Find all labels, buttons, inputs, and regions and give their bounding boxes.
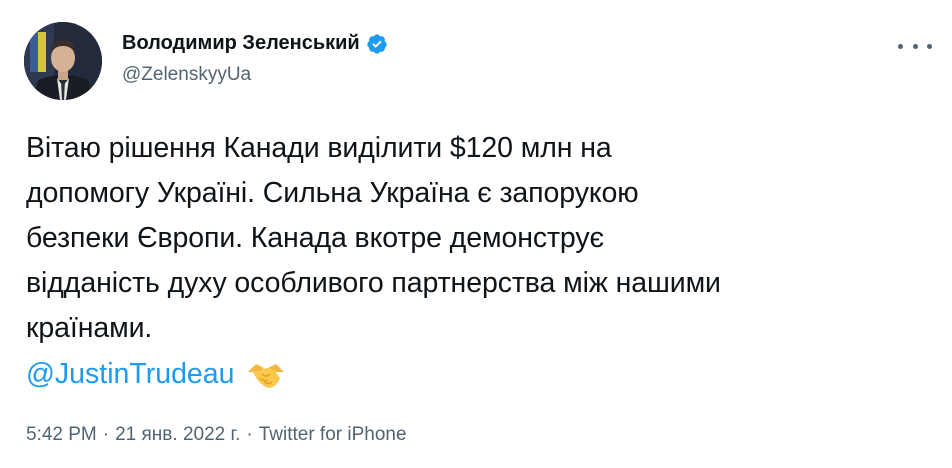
profile-photo — [24, 22, 102, 100]
tweet-card: Володимир Зеленський @ZelenskyyUa Вітаю … — [0, 0, 952, 468]
verified-badge-icon — [367, 33, 387, 54]
more-options-icon[interactable] — [898, 36, 932, 56]
dot — [927, 43, 932, 49]
separator: · — [246, 424, 253, 445]
mention-row: @JustinTrudeau — [26, 352, 286, 397]
separator: · — [102, 424, 110, 445]
dot — [898, 43, 903, 49]
author-handle[interactable]: @ZelenskyyUa — [122, 64, 251, 86]
tweet-date[interactable]: 21 янв. 2022 г. — [115, 424, 240, 446]
handshake-emoji-icon — [248, 363, 285, 388]
tweet-line: Вітаю рішення Канади виділити $120 млн н… — [26, 132, 612, 164]
tweet-source[interactable]: Twitter for iPhone — [259, 424, 407, 446]
tweet-text: Вітаю рішення Канади виділити $120 млн н… — [26, 126, 936, 351]
author-name-row: Володимир Зеленський — [122, 32, 388, 55]
tweet-line: допомогу Україні. Сильна Україна є запор… — [26, 177, 639, 209]
avatar[interactable] — [24, 22, 102, 100]
dot — [912, 43, 918, 49]
tweet-line: країнами. — [26, 312, 153, 344]
mention-link[interactable]: @JustinTrudeau — [26, 352, 234, 397]
tweet-line: відданість духу особливого партнерства м… — [26, 267, 721, 299]
author-display-name[interactable]: Володимир Зеленський — [122, 32, 360, 55]
tweet-line: безпеки Європи. Канада вкотре демонструє — [26, 222, 604, 254]
tweet-time[interactable]: 5:42 PM — [26, 424, 97, 446]
tweet-meta: 5:42 PM · 21 янв. 2022 г. · Twitter for … — [26, 424, 407, 446]
